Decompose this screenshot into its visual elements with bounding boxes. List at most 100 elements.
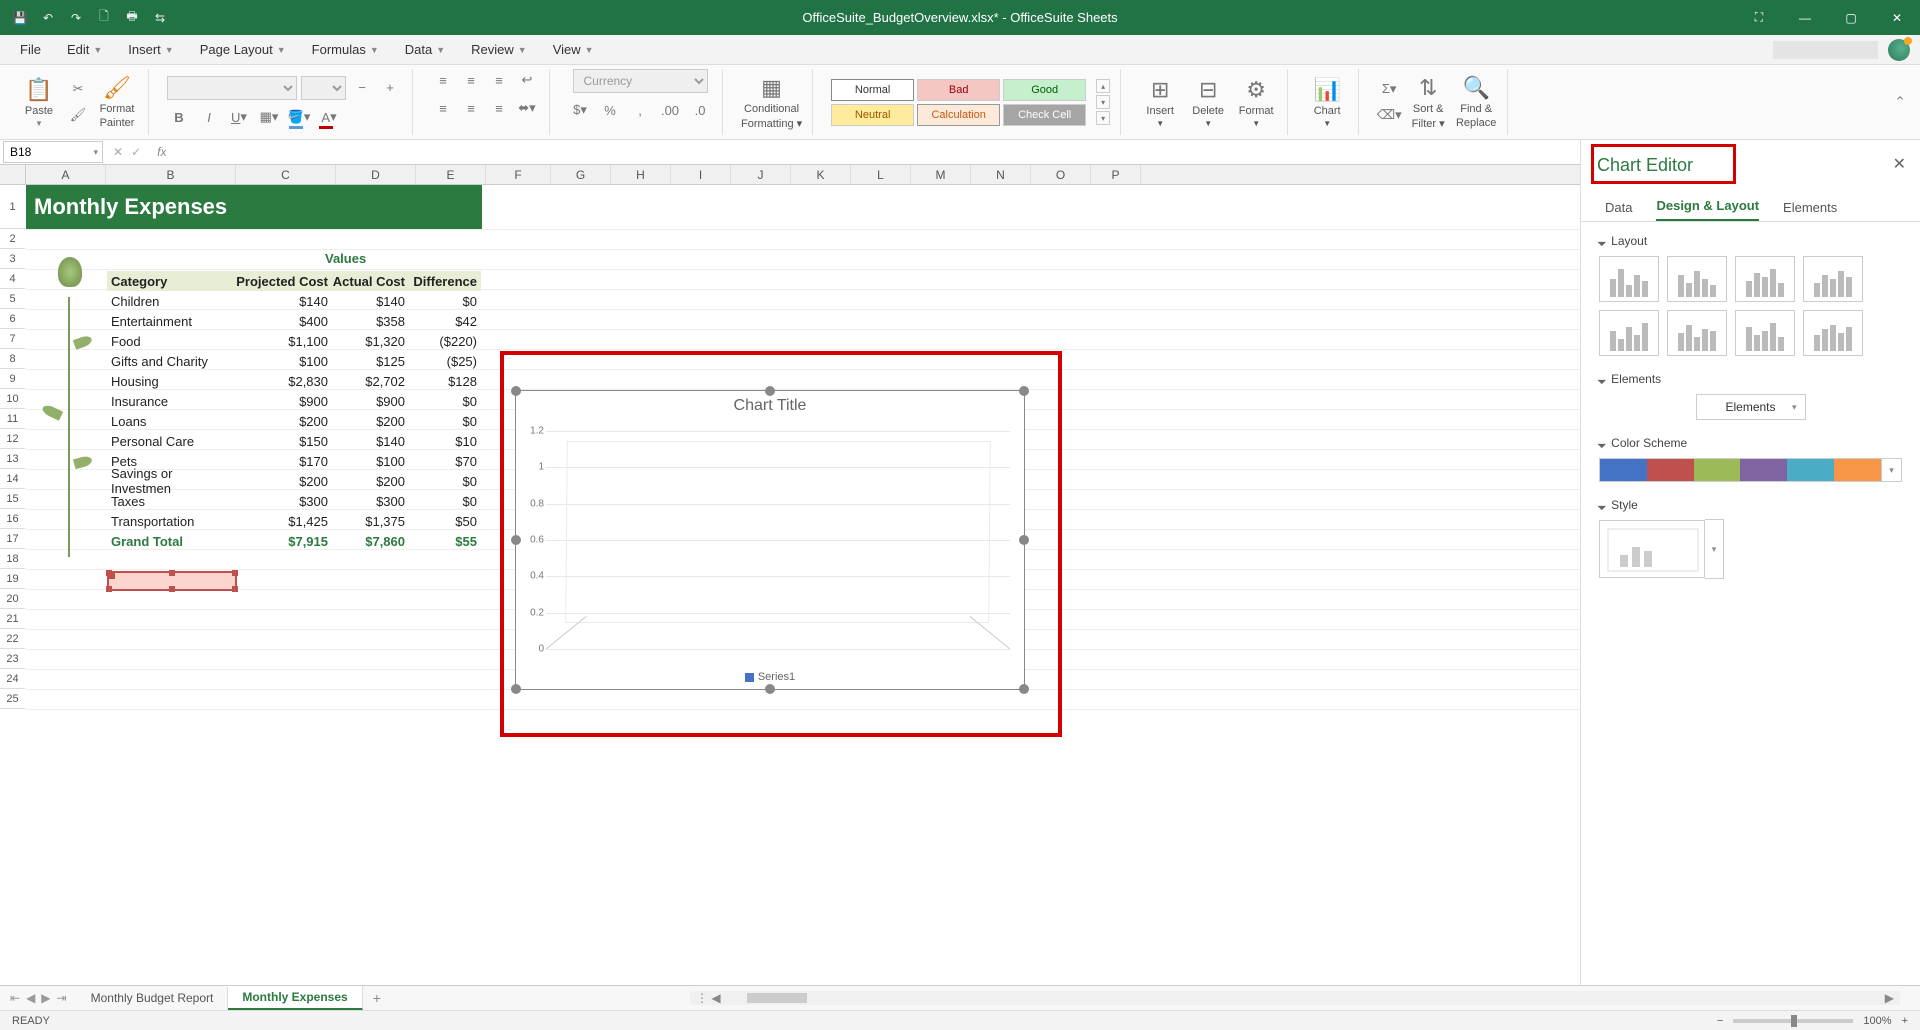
- row-header-24[interactable]: 24: [0, 669, 25, 689]
- sort-filter-button[interactable]: ⇅Sort &Filter ▾: [1407, 75, 1449, 130]
- spreadsheet-grid[interactable]: ABCDEFGHIJKLMNOP 12345678910111213141516…: [0, 165, 1580, 985]
- currency-icon[interactable]: $▾: [568, 99, 592, 121]
- layout-option-5[interactable]: [1599, 310, 1659, 356]
- color-swatch[interactable]: [1694, 459, 1741, 481]
- format-painter-icon[interactable]: 🖌: [66, 104, 90, 126]
- accept-formula-icon[interactable]: ✓: [131, 145, 141, 159]
- italic-button[interactable]: I: [197, 106, 221, 128]
- section-color-scheme[interactable]: Color Scheme: [1599, 436, 1902, 450]
- cancel-formula-icon[interactable]: ✕: [113, 145, 123, 159]
- sheet-nav-prev-icon[interactable]: ◀: [26, 991, 35, 1005]
- account-tag[interactable]: [1773, 41, 1878, 59]
- clear-icon[interactable]: ⌫▾: [1377, 104, 1401, 126]
- zoom-out-icon[interactable]: −: [1717, 1015, 1723, 1027]
- row-header-6[interactable]: 6: [0, 309, 25, 329]
- zoom-slider[interactable]: [1733, 1019, 1853, 1023]
- autosum-icon[interactable]: Σ▾: [1377, 78, 1401, 100]
- col-header-L[interactable]: L: [851, 165, 911, 184]
- section-layout[interactable]: Layout: [1599, 234, 1902, 248]
- row-header-25[interactable]: 25: [0, 689, 25, 709]
- number-format-select[interactable]: Currency: [573, 69, 708, 93]
- fill-color-button[interactable]: 🪣▾: [287, 106, 311, 128]
- avatar[interactable]: [1888, 39, 1910, 61]
- row-header-22[interactable]: 22: [0, 629, 25, 649]
- tab-elements[interactable]: Elements: [1783, 200, 1837, 221]
- section-elements[interactable]: Elements: [1599, 372, 1902, 386]
- inc-decimal-icon[interactable]: .00: [658, 99, 682, 121]
- align-center-icon[interactable]: ≡: [459, 97, 483, 119]
- sheet-nav-last-icon[interactable]: ⇥: [57, 991, 67, 1005]
- col-header-I[interactable]: I: [671, 165, 731, 184]
- col-header-O[interactable]: O: [1031, 165, 1091, 184]
- font-size-select[interactable]: [301, 76, 346, 100]
- maximize-icon[interactable]: ▢: [1828, 0, 1874, 35]
- layout-option-6[interactable]: [1667, 310, 1727, 356]
- align-right-icon[interactable]: ≡: [487, 97, 511, 119]
- conditional-formatting-button[interactable]: ▦ConditionalFormatting ▾: [741, 75, 802, 130]
- sheet-tab-1[interactable]: Monthly Budget Report: [77, 987, 229, 1009]
- tab-data[interactable]: Data: [1605, 200, 1632, 221]
- zoom-in-icon[interactable]: +: [1902, 1015, 1908, 1027]
- styles-up-icon[interactable]: ▴: [1096, 79, 1110, 93]
- styles-down-icon[interactable]: ▾: [1096, 95, 1110, 109]
- color-swatch[interactable]: [1740, 459, 1787, 481]
- row-header-8[interactable]: 8: [0, 349, 25, 369]
- wrap-text-icon[interactable]: ↩: [515, 69, 539, 91]
- align-top-icon[interactable]: ≡: [431, 69, 455, 91]
- style-normal[interactable]: Normal: [831, 79, 914, 101]
- format-painter-button[interactable]: 🖌FormatPainter: [96, 75, 138, 129]
- col-header-F[interactable]: F: [486, 165, 551, 184]
- column-headers[interactable]: ABCDEFGHIJKLMNOP: [0, 165, 1580, 185]
- col-header-N[interactable]: N: [971, 165, 1031, 184]
- borders-button[interactable]: ▦▾: [257, 106, 281, 128]
- row-header-19[interactable]: 19: [0, 569, 25, 589]
- col-header-K[interactable]: K: [791, 165, 851, 184]
- cell-styles-gallery[interactable]: Normal Bad Good Neutral Calculation Chec…: [831, 79, 1086, 126]
- bold-button[interactable]: B: [167, 106, 191, 128]
- color-swatch[interactable]: [1834, 459, 1881, 481]
- menu-insert[interactable]: Insert▼: [116, 38, 185, 61]
- fullscreen-icon[interactable]: ⛶: [1736, 0, 1782, 35]
- row-header-1[interactable]: 1: [0, 185, 25, 229]
- col-header-B[interactable]: B: [106, 165, 236, 184]
- tab-design-layout[interactable]: Design & Layout: [1656, 198, 1759, 221]
- menu-data[interactable]: Data▼: [393, 38, 457, 61]
- cut-icon[interactable]: ✂: [66, 78, 90, 100]
- paste-button[interactable]: 📋Paste▼: [18, 77, 60, 128]
- layout-option-8[interactable]: [1803, 310, 1863, 356]
- row-header-16[interactable]: 16: [0, 509, 25, 529]
- layout-option-1[interactable]: [1599, 256, 1659, 302]
- col-header-E[interactable]: E: [416, 165, 486, 184]
- row-header-2[interactable]: 2: [0, 229, 25, 249]
- row-header-9[interactable]: 9: [0, 369, 25, 389]
- minimize-icon[interactable]: —: [1782, 0, 1828, 35]
- menu-page-layout[interactable]: Page Layout▼: [188, 38, 298, 61]
- chart-legend[interactable]: Series1: [516, 671, 1024, 683]
- row-header-15[interactable]: 15: [0, 489, 25, 509]
- sheet-nav-first-icon[interactable]: ⇤: [10, 991, 20, 1005]
- align-mid-icon[interactable]: ≡: [459, 69, 483, 91]
- share-icon[interactable]: ⇆: [148, 6, 172, 30]
- style-neutral[interactable]: Neutral: [831, 104, 914, 126]
- menu-formulas[interactable]: Formulas▼: [300, 38, 391, 61]
- menu-view[interactable]: View▼: [541, 38, 606, 61]
- row-header-21[interactable]: 21: [0, 609, 25, 629]
- name-box[interactable]: B18: [3, 141, 103, 163]
- row-header-17[interactable]: 17: [0, 529, 25, 549]
- menu-file[interactable]: File: [8, 38, 53, 61]
- increase-font-icon[interactable]: +: [378, 76, 402, 98]
- sheet-tab-2[interactable]: Monthly Expenses: [228, 986, 362, 1010]
- chart-object[interactable]: Chart Title 00.20.40.60.811.2 Series1: [515, 390, 1025, 690]
- add-sheet-icon[interactable]: +: [363, 990, 391, 1006]
- col-header-M[interactable]: M: [911, 165, 971, 184]
- row-header-3[interactable]: 3: [0, 249, 25, 269]
- collapse-ribbon-icon[interactable]: ⌃: [1894, 94, 1906, 111]
- row-header-14[interactable]: 14: [0, 469, 25, 489]
- col-header-H[interactable]: H: [611, 165, 671, 184]
- percent-icon[interactable]: %: [598, 99, 622, 121]
- col-header-D[interactable]: D: [336, 165, 416, 184]
- horizontal-scrollbar[interactable]: ⋮ ◀▶: [690, 991, 1900, 1005]
- font-name-select[interactable]: [167, 76, 297, 100]
- save-icon[interactable]: 💾: [8, 6, 32, 30]
- row-header-5[interactable]: 5: [0, 289, 25, 309]
